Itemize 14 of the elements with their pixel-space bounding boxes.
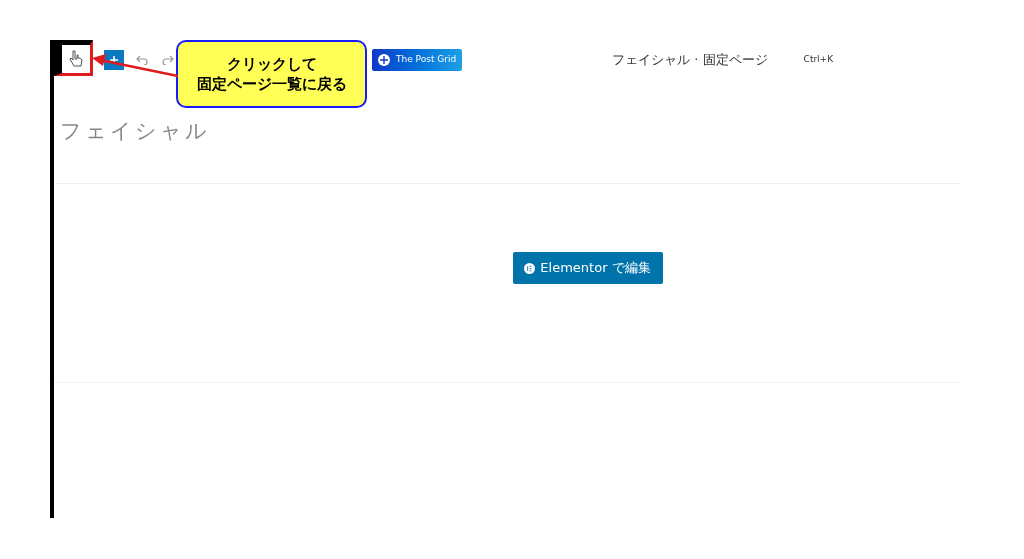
post-grid-button[interactable]: The Post Grid <box>372 49 463 71</box>
back-button[interactable] <box>54 40 93 76</box>
redo-icon[interactable] <box>162 55 174 65</box>
elementor-icon <box>524 262 536 274</box>
page-title[interactable]: フェイシャル <box>60 115 210 148</box>
shortcut-hint: Ctrl+K <box>803 53 834 67</box>
callout-text: クリックして <box>226 54 317 74</box>
document-title[interactable]: フェイシャル · 固定ページ <box>612 50 768 70</box>
elementor-edit-button[interactable]: Elementor で編集 <box>512 252 663 284</box>
callout-text: 固定ページ一覧に戻る <box>196 74 347 94</box>
undo-icon[interactable] <box>136 55 148 65</box>
plus-icon <box>109 55 119 65</box>
grid-icon <box>378 54 390 66</box>
hand-cursor-icon <box>69 50 83 68</box>
